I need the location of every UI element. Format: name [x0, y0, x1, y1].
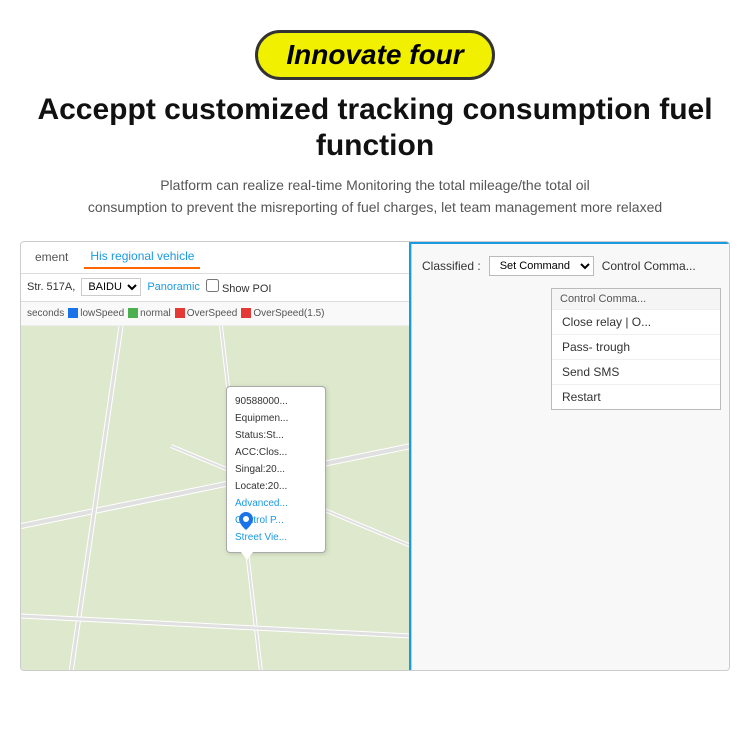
popup-status: Status:St... [235, 430, 284, 441]
tab-ement[interactable]: ement [29, 246, 74, 268]
popup-equipment: Equipmen... [235, 413, 288, 424]
set-command-select[interactable]: Set Command [489, 256, 594, 276]
main-title: Acceppt customized tracking consumption … [20, 92, 730, 164]
map-svg [21, 326, 411, 671]
badge-wrapper: Innovate four [255, 30, 494, 80]
popup-id: 90588000... [235, 396, 288, 407]
map-topbar: ement His regional vehicle [21, 242, 411, 274]
right-top-row: Classified : Set Command Control Comma..… [422, 256, 721, 276]
dropdown-header: Control Comma... [552, 289, 720, 310]
map-area[interactable]: 90588000... Equipmen... Status:St... ACC… [21, 326, 411, 671]
legend-bar: seconds lowSpeed normal OverSpeed OverSp… [21, 302, 411, 326]
dropdown-item-3[interactable]: Restart [552, 385, 720, 409]
right-dropdown-box: Control Comma... Close relay | O... Pass… [551, 288, 721, 410]
legend-overspeed15: OverSpeed(1.5) [241, 308, 324, 319]
control-command-label: Control Comma... [602, 259, 696, 273]
classified-label: Classified : [422, 259, 481, 273]
dropdown-item-0[interactable]: Close relay | O... [552, 310, 720, 335]
popup-signal: Singal:20... [235, 464, 285, 475]
map-pin [239, 512, 253, 530]
popup-streetview-link[interactable]: Street Vie... [235, 529, 317, 546]
dropdown-item-2[interactable]: Send SMS [552, 360, 720, 385]
show-poi-checkbox[interactable] [206, 279, 219, 292]
popup-locate: Locate:20... [235, 481, 287, 492]
map-panel: ement His regional vehicle Str. 517A, BA… [21, 242, 411, 671]
legend-overspeed: OverSpeed [175, 308, 238, 319]
popup-acc: ACC:Clos... [235, 447, 287, 458]
show-poi-check[interactable]: Show POI [206, 279, 272, 295]
subtitle-line1: Platform can realize real-time Monitorin… [160, 177, 590, 193]
map-toolbar: Str. 517A, BAIDU Panoramic Show POI [21, 274, 411, 302]
right-panel: Classified : Set Command Control Comma..… [411, 242, 730, 671]
legend-box-normal [128, 308, 138, 318]
legend-low-speed: lowSpeed [68, 308, 124, 319]
screenshot-container: ement His regional vehicle Str. 517A, BA… [20, 241, 730, 671]
legend-seconds: seconds [27, 308, 64, 319]
panoramic-link[interactable]: Panoramic [147, 281, 200, 293]
subtitle: Platform can realize real-time Monitorin… [88, 174, 662, 219]
tab-regional[interactable]: His regional vehicle [84, 245, 200, 269]
legend-normal: normal [128, 308, 171, 319]
legend-box-overspeed [175, 308, 185, 318]
popup-advanced-link[interactable]: Advanced... [235, 495, 317, 512]
legend-box-overspeed15 [241, 308, 251, 318]
page-wrapper: Innovate four Acceppt customized trackin… [0, 0, 750, 750]
legend-box-lowspeed [68, 308, 78, 318]
baidu-select[interactable]: BAIDU [81, 278, 141, 296]
street-label: Str. 517A, [27, 281, 75, 293]
subtitle-line2: consumption to prevent the misreporting … [88, 199, 662, 215]
dropdown-item-1[interactable]: Pass- trough [552, 335, 720, 360]
innovate-badge: Innovate four [255, 30, 494, 80]
